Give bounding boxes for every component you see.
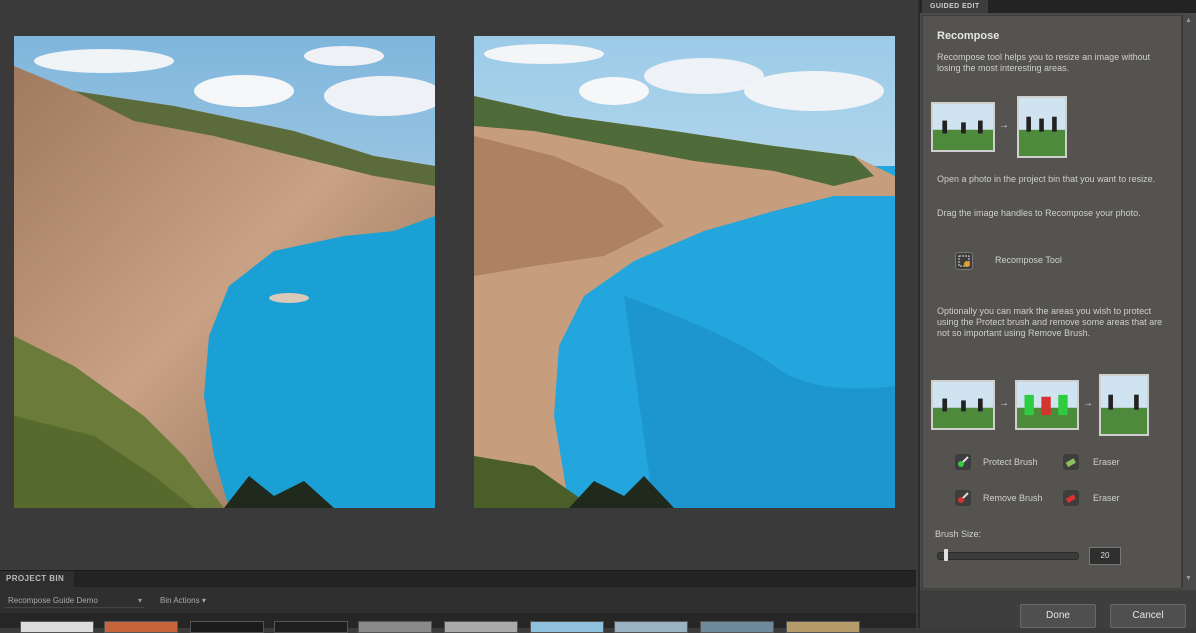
example-after-thumbnail xyxy=(1017,96,1067,158)
bin-actions-menu[interactable]: Bin Actions ▾ xyxy=(160,594,206,608)
bin-thumbnail[interactable] xyxy=(530,621,604,633)
brush-size-slider-handle[interactable] xyxy=(943,549,948,561)
example-marked-thumbnail xyxy=(1015,380,1079,430)
bin-thumbnail[interactable] xyxy=(274,621,348,633)
brush-size-slider[interactable] xyxy=(937,552,1079,560)
bin-thumbnail[interactable] xyxy=(20,621,94,633)
example-result-thumbnail xyxy=(1099,374,1149,436)
eraser-icon[interactable] xyxy=(1063,490,1079,506)
step-open-photo-text: Open a photo in the project bin that you… xyxy=(937,174,1156,184)
image-canvas[interactable] xyxy=(0,0,916,570)
protect-eraser-label[interactable]: Eraser xyxy=(1093,454,1120,470)
bin-thumbnail[interactable] xyxy=(614,621,688,633)
protect-brush-label[interactable]: Protect Brush xyxy=(983,454,1038,470)
photo-recomposed[interactable] xyxy=(474,36,895,508)
guided-edit-tab[interactable]: GUIDED EDIT xyxy=(922,0,988,13)
remove-eraser-label[interactable]: Eraser xyxy=(1093,490,1120,506)
bin-thumbnail[interactable] xyxy=(358,621,432,633)
project-bin-thumbnails xyxy=(0,613,916,633)
optional-brush-text: Optionally you can mark the areas you wi… xyxy=(937,306,1163,338)
brush-size-label: Brush Size: xyxy=(935,529,982,539)
project-bin-tab[interactable]: PROJECT BIN xyxy=(0,571,75,587)
bin-source-select[interactable]: Recompose Guide Demo ▾ xyxy=(4,594,144,608)
project-bin-toolbar: Recompose Guide Demo ▾ Bin Actions ▾ xyxy=(0,587,916,613)
bin-source-value: Recompose Guide Demo xyxy=(8,596,98,605)
project-bin-header: PROJECT BIN xyxy=(0,570,916,587)
bin-actions-label: Bin Actions xyxy=(160,596,200,605)
eraser-icon[interactable] xyxy=(1063,454,1079,470)
chevron-down-icon: ▾ xyxy=(137,596,142,605)
remove-brush-icon[interactable] xyxy=(955,490,971,506)
example-before-thumbnail xyxy=(931,102,995,152)
chevron-down-icon: ▾ xyxy=(201,596,206,605)
arrow-right-icon: → xyxy=(999,120,1009,131)
arrow-right-icon: → xyxy=(1083,398,1093,409)
coastline-photo xyxy=(14,36,435,508)
brush-size-input[interactable]: 20 xyxy=(1089,547,1121,565)
bin-thumbnail[interactable] xyxy=(104,621,178,633)
done-button[interactable]: Done xyxy=(1020,604,1096,628)
bin-thumbnail[interactable] xyxy=(190,621,264,633)
recompose-guide: Recompose Recompose tool helps you to re… xyxy=(922,15,1182,589)
protect-brush-icon[interactable] xyxy=(955,454,971,470)
cancel-button[interactable]: Cancel xyxy=(1110,604,1186,628)
scroll-down-icon[interactable]: ▼ xyxy=(1185,575,1192,582)
guided-edit-panel: GUIDED EDIT Recompose Recompose tool hel… xyxy=(918,0,1196,628)
remove-brush-label[interactable]: Remove Brush xyxy=(983,490,1043,506)
bin-thumbnail[interactable] xyxy=(700,621,774,633)
step-drag-handles-text: Drag the image handles to Recompose your… xyxy=(937,208,1141,218)
recompose-tool-label[interactable]: Recompose Tool xyxy=(995,252,1062,268)
coastline-photo-painted xyxy=(474,36,895,508)
bin-thumbnail[interactable] xyxy=(786,621,860,633)
panel-footer: Done Cancel xyxy=(920,590,1196,628)
panel-scrollbar[interactable]: ▲ ▼ xyxy=(1182,15,1195,587)
photo-original[interactable] xyxy=(14,36,435,508)
bin-thumbnail[interactable] xyxy=(444,621,518,633)
example-before-thumbnail xyxy=(931,380,995,430)
recompose-intro-text: Recompose tool helps you to resize an im… xyxy=(937,52,1151,73)
arrow-right-icon: → xyxy=(999,398,1009,409)
panel-title: Recompose xyxy=(937,30,1000,42)
scroll-up-icon[interactable]: ▲ xyxy=(1185,17,1192,24)
recompose-tool-icon[interactable] xyxy=(955,252,973,270)
panel-tabbar: GUIDED EDIT xyxy=(920,0,1196,13)
